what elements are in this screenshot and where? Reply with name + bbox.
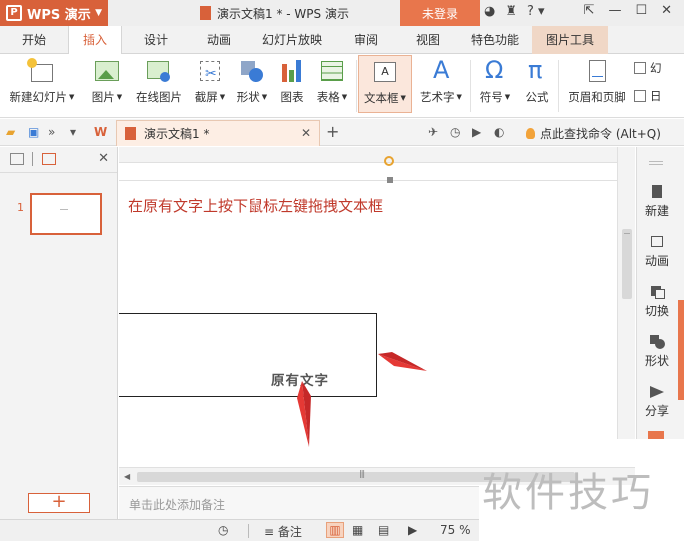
- annotation-arrows: [297, 352, 427, 447]
- arrow-pointing-to-text: [297, 381, 311, 447]
- arrow-pointing-to-textbox: [378, 352, 427, 371]
